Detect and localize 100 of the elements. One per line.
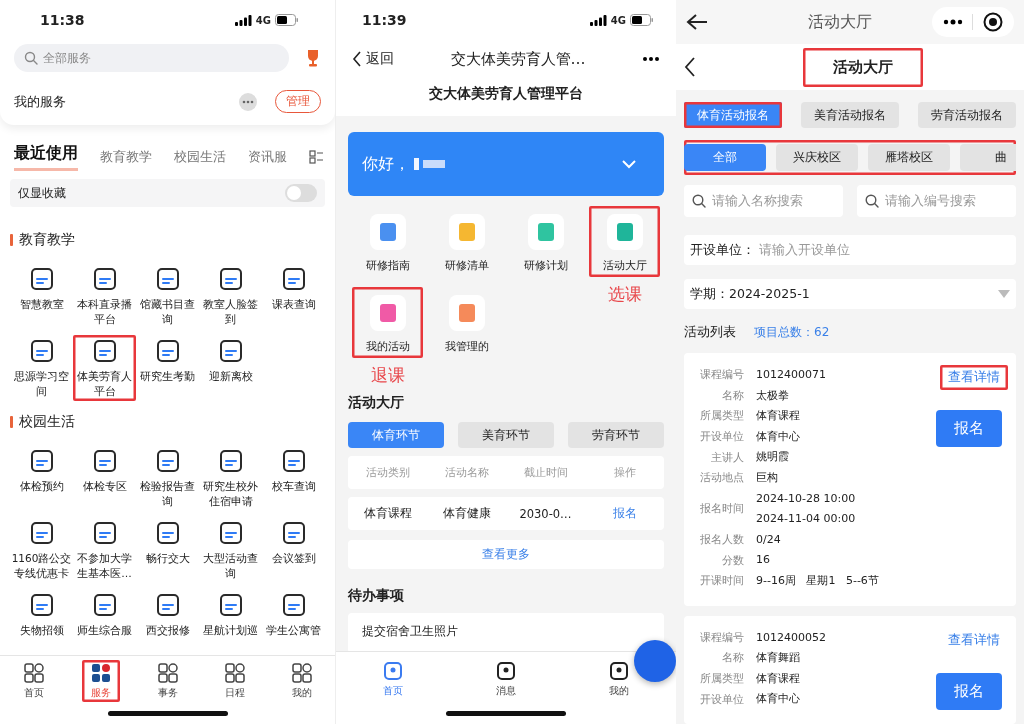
field-value: 1012400052: [756, 629, 826, 646]
nav-tab[interactable]: 我的: [282, 659, 321, 702]
back-link[interactable]: 返回: [352, 50, 394, 68]
field-label: 所属类型: [699, 409, 744, 424]
category-tab[interactable]: 教育教学: [100, 148, 152, 166]
campus-chip[interactable]: 曲: [960, 144, 1016, 171]
category-tab[interactable]: 校园生活: [174, 148, 226, 166]
field-label: 课程编号: [699, 630, 744, 645]
signal-icon: [589, 14, 607, 26]
service-item[interactable]: 体美劳育人平台: [73, 335, 136, 401]
chevron-down-icon[interactable]: [622, 159, 636, 169]
more-icon[interactable]: [642, 56, 660, 62]
annotation-text: 退课: [369, 364, 406, 387]
chevron-left-icon[interactable]: [684, 57, 696, 77]
service-item[interactable]: 会议签到: [262, 517, 325, 583]
service-item[interactable]: 不参加大学生基本医…: [73, 517, 136, 583]
details-link[interactable]: 查看详情: [940, 365, 1008, 390]
grid-icon: [156, 661, 179, 684]
view-more-link[interactable]: 查看更多: [482, 546, 530, 563]
category-tab[interactable]: 体育活动报名: [684, 102, 782, 128]
nav-title: 交大体美劳育人管…: [450, 49, 586, 69]
nav-tab[interactable]: 服务: [81, 659, 120, 702]
service-item[interactable]: 教室人脸签到: [199, 263, 262, 329]
service-item[interactable]: 研究生考勤: [136, 335, 199, 401]
nav-tab[interactable]: 首页: [381, 657, 404, 700]
service-item[interactable]: 课表查询: [262, 263, 325, 329]
service-item[interactable]: 馆藏书目查询: [136, 263, 199, 329]
nav-tab[interactable]: 日程: [215, 659, 254, 702]
status-time: 11:38: [40, 12, 85, 28]
trophy-icon[interactable]: [305, 49, 321, 67]
app-item[interactable]: 我管理的: [431, 287, 502, 358]
service-item[interactable]: 星航计划巡: [199, 589, 262, 640]
service-item[interactable]: 检验报告查询: [136, 445, 199, 511]
service-item[interactable]: 失物招领: [10, 589, 73, 640]
app-item[interactable]: 研修计划: [510, 206, 581, 277]
caret-down-icon: [998, 290, 1010, 298]
service-item[interactable]: 体检专区: [73, 445, 136, 511]
campus-chip[interactable]: 兴庆校区: [776, 144, 858, 171]
category-tab[interactable]: 劳育活动报名: [918, 102, 1016, 128]
service-item[interactable]: 思源学习空间: [10, 335, 73, 401]
list-view-icon[interactable]: [309, 150, 323, 164]
segment-tab[interactable]: 体育环节: [348, 422, 444, 448]
service-item[interactable]: 研究生校外住宿申请: [199, 445, 262, 511]
field-value: 0/24: [756, 531, 781, 548]
service-item[interactable]: 大型活动查询: [199, 517, 262, 583]
table-cell-text: 体育健康: [441, 506, 492, 521]
search-icon: [692, 194, 706, 208]
redacted-name: [414, 158, 445, 170]
segment-tab[interactable]: 美育环节: [458, 422, 554, 448]
nav-tab[interactable]: 事务: [148, 659, 187, 702]
signup-button[interactable]: 报名: [936, 672, 1002, 710]
more-icon[interactable]: [942, 19, 963, 25]
campus-chip[interactable]: 雁塔校区: [868, 144, 950, 171]
search-icon: [24, 51, 38, 65]
service-item[interactable]: 体检预约: [10, 445, 73, 511]
field-value: 2024-10-28 10:00: [756, 490, 856, 507]
toggle-label: 仅显收藏: [18, 184, 66, 202]
service-item[interactable]: 校车查询: [262, 445, 325, 511]
service-item[interactable]: 畅行交大: [136, 517, 199, 583]
service-item[interactable]: 1160路公交专线优惠卡: [10, 517, 73, 583]
signup-button[interactable]: 报名: [936, 410, 1002, 447]
todo-item[interactable]: 提交宿舍卫生照片: [362, 624, 458, 638]
category-tab[interactable]: 资讯服: [248, 148, 287, 166]
field-value: 体育课程: [756, 408, 800, 425]
battery-icon: [275, 14, 299, 26]
target-icon[interactable]: [983, 12, 1004, 32]
column-header: 活动类别: [364, 465, 411, 480]
service-item[interactable]: 迎新离校: [199, 335, 262, 401]
field-value: 姚明霞: [756, 449, 789, 466]
signup-link[interactable]: 报名: [585, 506, 664, 521]
section-title: 待办事项: [348, 587, 405, 605]
category-tab[interactable]: 美育活动报名: [801, 102, 899, 128]
grid-icon: [89, 661, 112, 684]
network-label: 4G: [255, 14, 271, 26]
campus-chip[interactable]: 全部: [684, 144, 766, 171]
app-item[interactable]: 研修清单: [431, 206, 502, 277]
floating-button[interactable]: [634, 640, 676, 682]
term-dropdown[interactable]: 学期：2024-2025-1: [684, 279, 1016, 309]
service-item[interactable]: 西交报修: [136, 589, 199, 640]
network-label: 4G: [610, 14, 626, 26]
service-item[interactable]: 师生综合服: [73, 589, 136, 640]
nav-tab[interactable]: 我的: [608, 657, 631, 700]
app-item[interactable]: 研修指南: [352, 206, 423, 277]
total-count: 项目总数：62: [754, 323, 830, 341]
service-item[interactable]: 学生公寓管: [262, 589, 325, 640]
nav-tab[interactable]: 首页: [14, 659, 53, 702]
back-arrow-icon[interactable]: [686, 13, 708, 31]
field-label: 开课时间: [699, 574, 744, 589]
category-tab[interactable]: 最近使用: [14, 143, 78, 171]
service-item[interactable]: 智慧教室: [10, 263, 73, 329]
details-link[interactable]: 查看详情: [940, 627, 1008, 653]
nav-tab[interactable]: 消息: [495, 657, 517, 700]
field-label: 报名时间: [699, 502, 744, 517]
segment-tab[interactable]: 劳育环节: [568, 422, 664, 448]
toggle-switch[interactable]: [285, 184, 317, 202]
manage-button[interactable]: 管理: [275, 90, 321, 113]
section-title: 校园生活: [19, 413, 75, 431]
column-header: 活动名称: [443, 465, 490, 480]
input-field[interactable]: 开设单位： 请输入开设单位: [684, 235, 1016, 265]
service-item[interactable]: 本科直录播平台: [73, 263, 136, 329]
